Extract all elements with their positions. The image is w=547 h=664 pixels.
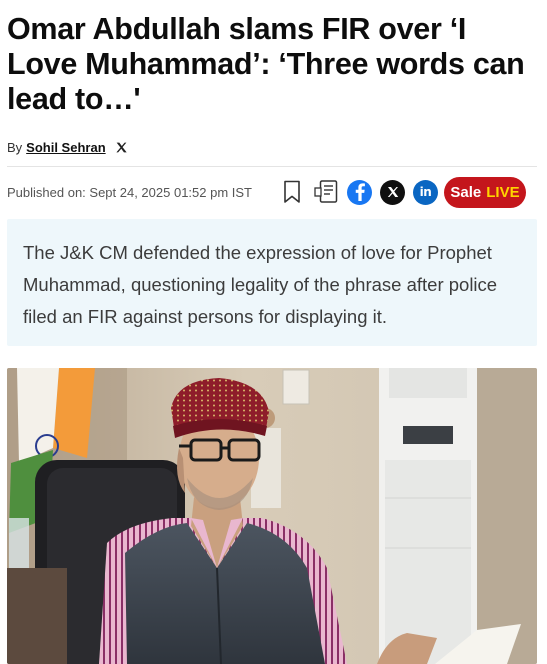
share-toolbar: in [281, 176, 438, 208]
article-meta-bar: Published on: Sept 24, 2025 01:52 pm IST… [7, 176, 540, 208]
hero-image [7, 368, 537, 664]
published-timestamp: Published on: Sept 24, 2025 01:52 pm IST [7, 184, 253, 200]
byline: By Sohil Sehran [7, 137, 128, 157]
sale-live-button[interactable]: Sale LIVE [444, 177, 526, 208]
byline-prefix: By [7, 139, 23, 155]
author-x-icon[interactable] [115, 141, 128, 154]
x-icon[interactable] [380, 179, 405, 205]
facebook-icon[interactable] [347, 179, 372, 205]
bookmark-icon[interactable] [281, 178, 303, 206]
live-label: LIVE [486, 184, 520, 201]
headline: Omar Abdullah slams FIR over ‘I Love Muh… [7, 12, 525, 116]
article-summary: The J&K CM defended the expression of lo… [7, 219, 537, 346]
linkedin-icon[interactable]: in [413, 179, 438, 205]
divider [7, 166, 537, 167]
sale-label: Sale [450, 184, 482, 201]
reader-mode-icon[interactable] [312, 178, 340, 206]
author-link[interactable]: Sohil Sehran [26, 140, 105, 155]
